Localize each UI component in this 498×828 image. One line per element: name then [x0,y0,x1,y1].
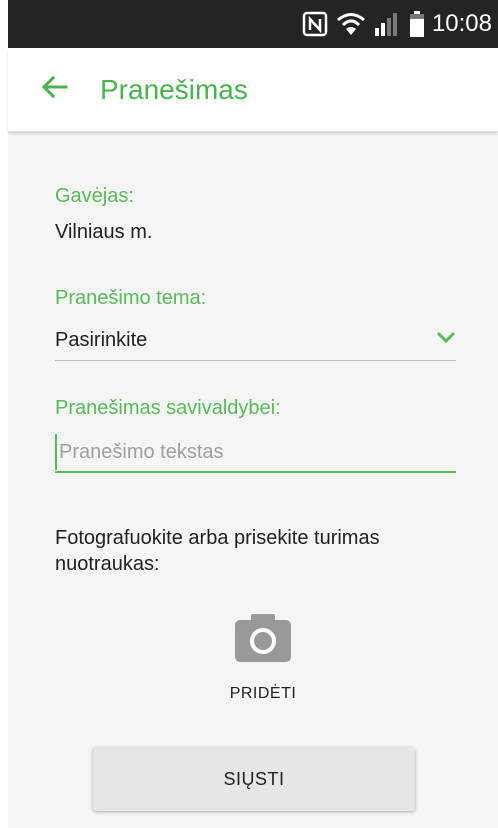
add-photo-label: PRIDĖTI [229,685,297,702]
page-title: Pranešimas [100,73,248,105]
recipient-value: Vilniaus m. [55,221,153,243]
camera-icon [235,613,291,667]
photo-instruction: Fotografuokite arba prisekite turimas nu… [55,527,380,575]
back-button[interactable] [24,60,84,120]
app-screen: 10:08 Pranešimas Gavėjas: Vilniaus m. Pr… [8,0,498,828]
status-bar: 10:08 [8,0,498,48]
arrow-left-icon [40,75,68,104]
wifi-icon [336,12,366,36]
topic-label: Pranešimo tema: [55,287,207,309]
add-photo-button[interactable] [235,613,291,667]
message-input[interactable] [55,434,456,470]
send-button[interactable]: SIŲSTI [93,747,415,811]
topic-selected-value: Pasirinkite [55,328,148,351]
signal-icon [374,12,402,36]
chevron-down-icon [436,330,456,349]
topic-select[interactable]: Pasirinkite [55,319,456,361]
message-label: Pranešimas savivaldybei: [55,397,281,419]
battery-icon [409,11,424,37]
nfc-icon [302,11,328,37]
app-bar: Pranešimas [8,48,498,132]
message-field [55,433,456,473]
recipient-label: Gavėjas: [55,185,134,207]
status-time: 10:08 [431,10,492,37]
